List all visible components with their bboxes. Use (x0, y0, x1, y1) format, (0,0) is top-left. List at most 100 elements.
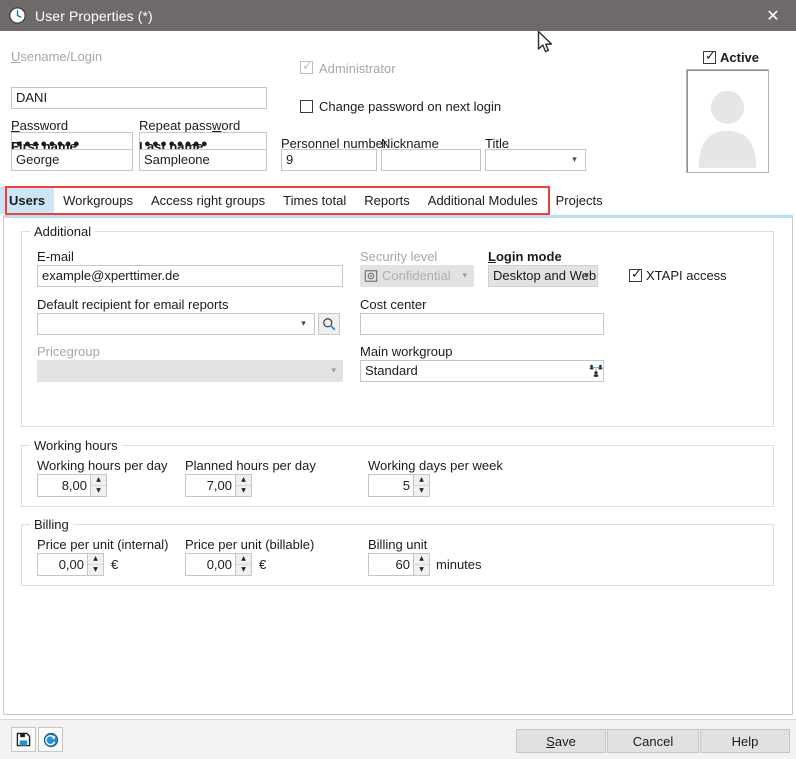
security-level-label: Security level (360, 249, 437, 264)
main-workgroup-input[interactable]: Standard (360, 360, 604, 382)
stepper-up-icon[interactable]: ▲ (414, 475, 429, 486)
last-name-input[interactable]: Sampleone (139, 149, 267, 171)
price-internal-stepper[interactable]: 0,00 ▲ ▼ (37, 553, 104, 576)
stepper-down-icon[interactable]: ▼ (91, 486, 106, 496)
additional-group: Additional E-mail example@xperttimer.de … (21, 231, 774, 427)
stepper-buttons[interactable]: ▲ ▼ (90, 475, 106, 496)
planned-hours-per-day-label: Planned hours per day (185, 458, 316, 473)
clock-icon (9, 7, 26, 24)
stepper-up-icon[interactable]: ▲ (236, 475, 251, 486)
close-icon[interactable]: ✕ (750, 0, 796, 31)
chevron-down-icon: ▾ (569, 150, 580, 170)
help-button[interactable]: Help (700, 729, 790, 753)
working-hours-per-day-value: 8,00 (38, 475, 90, 496)
window-title: User Properties (*) (35, 8, 153, 24)
cost-center-label: Cost center (360, 297, 426, 312)
price-billable-label: Price per unit (billable) (185, 537, 314, 552)
first-name-input[interactable]: George (11, 149, 133, 171)
nickname-input[interactable] (381, 149, 481, 171)
tab-projects[interactable]: Projects (547, 187, 612, 214)
cancel-button[interactable]: Cancel (607, 729, 699, 753)
security-level-value: Confidential (382, 266, 451, 286)
tab-times-total[interactable]: Times total (274, 187, 355, 214)
avatar[interactable] (686, 69, 769, 173)
price-billable-value: 0,00 (186, 554, 235, 575)
stepper-down-icon[interactable]: ▼ (236, 565, 251, 575)
personnel-number-input[interactable]: 9 (281, 149, 377, 171)
security-level-select: Confidential ▾ (360, 265, 474, 287)
cost-center-input[interactable] (360, 313, 604, 335)
pricegroup-select: ▾ (37, 360, 343, 382)
check-icon: ✓ (631, 268, 642, 281)
tab-additional-modules[interactable]: Additional Modules (419, 187, 547, 214)
administrator-checkbox[interactable]: ✓ (300, 61, 313, 74)
tab-users[interactable]: Users (0, 187, 54, 214)
additional-group-title: Additional (30, 224, 95, 239)
stepper-buttons[interactable]: ▲ ▼ (87, 554, 103, 575)
working-hours-group-title: Working hours (30, 438, 122, 453)
planned-hours-per-day-stepper[interactable]: 7,00 ▲ ▼ (185, 474, 252, 497)
active-checkbox[interactable]: ✓ (703, 51, 716, 64)
price-internal-currency: € (111, 557, 118, 572)
tab-label: Reports (364, 193, 410, 208)
stepper-up-icon[interactable]: ▲ (91, 475, 106, 486)
change-password-label: Change password on next login (319, 99, 501, 114)
billing-group: Billing Price per unit (internal) 0,00 ▲… (21, 524, 774, 586)
save-button-label: Save (546, 734, 576, 749)
chevron-down-icon: ▾ (331, 361, 336, 381)
change-password-checkbox[interactable] (300, 100, 313, 113)
save-button[interactable]: Save (516, 729, 606, 753)
email-label: E-mail (37, 249, 74, 264)
stepper-up-icon[interactable]: ▲ (236, 554, 251, 565)
floppy-disk-icon (16, 732, 31, 747)
stepper-buttons[interactable]: ▲ ▼ (413, 475, 429, 496)
user-basic-info-form: UUsename/Loginsename/Login DANI Password… (0, 31, 796, 183)
xtapi-access-checkbox[interactable]: ✓ (629, 269, 642, 282)
working-hours-per-day-stepper[interactable]: 8,00 ▲ ▼ (37, 474, 107, 497)
user-placeholder-icon (687, 70, 768, 172)
tab-reports[interactable]: Reports (355, 187, 419, 214)
administrator-label: Administrator (319, 61, 396, 76)
stepper-down-icon[interactable]: ▼ (414, 565, 429, 575)
price-billable-stepper[interactable]: 0,00 ▲ ▼ (185, 553, 252, 576)
stepper-buttons[interactable]: ▲ ▼ (235, 554, 251, 575)
user-properties-dialog: User Properties (*) ✕ UUsename/Loginsena… (0, 0, 796, 759)
stepper-buttons[interactable]: ▲ ▼ (235, 475, 251, 496)
check-icon: ✓ (302, 60, 313, 73)
password-label: Password (11, 118, 68, 133)
billing-unit-value: 60 (369, 554, 413, 575)
working-hours-per-day-label: Working hours per day (37, 458, 168, 473)
login-mode-select[interactable]: Desktop and Web ▾ (488, 265, 598, 287)
check-icon: ✓ (705, 50, 716, 63)
users-tab-panel: Additional E-mail example@xperttimer.de … (3, 215, 793, 715)
billing-unit-suffix: minutes (436, 557, 482, 572)
stepper-buttons[interactable]: ▲ ▼ (413, 554, 429, 575)
price-internal-label: Price per unit (internal) (37, 537, 169, 552)
billing-unit-stepper[interactable]: 60 ▲ ▼ (368, 553, 430, 576)
working-days-per-week-label: Working days per week (368, 458, 503, 473)
main-workgroup-picker-button[interactable] (587, 362, 605, 380)
price-billable-currency: € (259, 557, 266, 572)
xtapi-access-label: XTAPI access (646, 268, 727, 283)
default-recipient-select[interactable]: ▾ (37, 313, 315, 335)
default-recipient-label: Default recipient for email reports (37, 297, 228, 312)
login-mode-label: Login modeLogin mode (488, 249, 562, 264)
stepper-up-icon[interactable]: ▲ (88, 554, 103, 565)
refresh-toolbar-button[interactable] (38, 727, 63, 752)
repeat-password-label: Repeat password (139, 118, 240, 133)
stepper-down-icon[interactable]: ▼ (414, 486, 429, 496)
email-input[interactable]: example@xperttimer.de (37, 265, 343, 287)
stepper-down-icon[interactable]: ▼ (88, 565, 103, 575)
username-input[interactable]: DANI (11, 87, 267, 109)
default-recipient-search-button[interactable] (318, 313, 340, 335)
stepper-down-icon[interactable]: ▼ (236, 486, 251, 496)
tab-access-right-groups[interactable]: Access right groups (142, 187, 274, 214)
active-label: Active (720, 50, 759, 65)
tab-workgroups[interactable]: Workgroups (54, 187, 142, 214)
title-select[interactable]: ▾ (485, 149, 586, 171)
save-toolbar-button[interactable] (11, 727, 36, 752)
stepper-up-icon[interactable]: ▲ (414, 554, 429, 565)
chevron-down-icon: ▾ (462, 266, 467, 286)
working-days-per-week-stepper[interactable]: 5 ▲ ▼ (368, 474, 430, 497)
planned-hours-per-day-value: 7,00 (186, 475, 235, 496)
